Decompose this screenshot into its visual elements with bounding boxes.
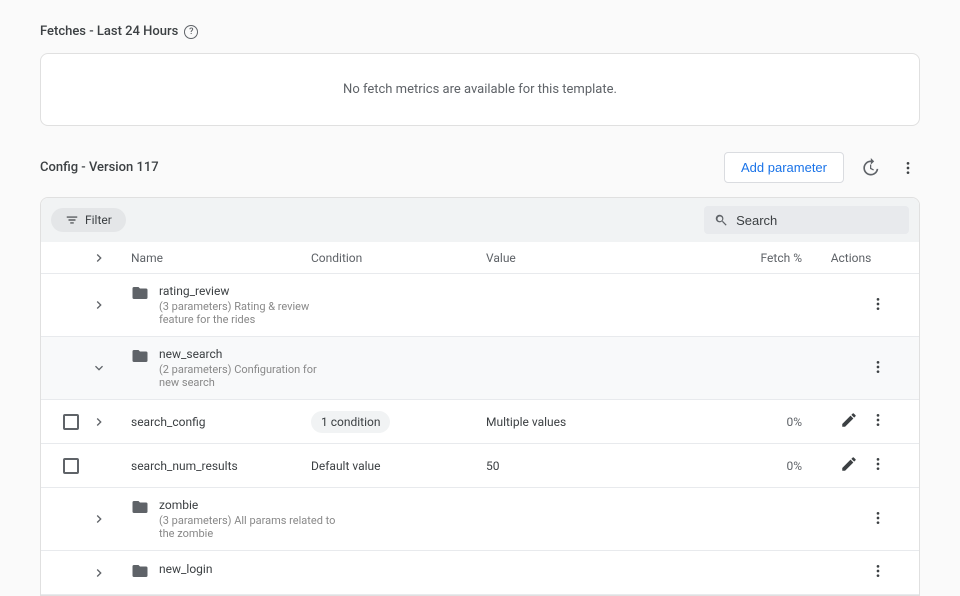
edit-icon[interactable] <box>840 455 858 476</box>
filter-label: Filter <box>85 213 112 227</box>
edit-icon[interactable] <box>840 411 858 432</box>
param-value: Multiple values <box>486 415 726 429</box>
search-icon <box>714 212 728 228</box>
group-name: rating_review <box>159 284 339 298</box>
group-description: (3 parameters) Rating & review feature f… <box>159 300 339 326</box>
group-row[interactable]: zombie (3 parameters) All params related … <box>41 488 919 551</box>
col-value: Value <box>486 251 726 265</box>
history-icon[interactable] <box>858 156 882 180</box>
config-title: Config - Version 117 <box>40 160 159 175</box>
row-more-icon[interactable] <box>870 359 886 378</box>
filter-icon <box>65 213 79 227</box>
search-input[interactable] <box>736 213 899 228</box>
col-actions: Actions <box>816 251 886 265</box>
col-name: Name <box>131 251 311 265</box>
row-more-icon[interactable] <box>870 510 886 529</box>
overflow-menu-icon[interactable] <box>896 156 920 180</box>
param-name: search_config <box>131 415 311 429</box>
group-description: (3 parameters) All params related to the… <box>159 514 339 540</box>
group-row[interactable]: rating_review (3 parameters) Rating & rev… <box>41 274 919 337</box>
expand-all-chevron[interactable] <box>91 250 131 266</box>
chevron-right-icon[interactable] <box>91 565 131 581</box>
col-condition: Condition <box>311 251 486 265</box>
help-icon[interactable]: ? <box>184 25 198 39</box>
condition-chip[interactable]: 1 condition <box>311 411 390 433</box>
param-condition: Default value <box>311 459 486 473</box>
fetches-title: Fetches - Last 24 Hours ? <box>40 24 920 39</box>
row-more-icon[interactable] <box>870 412 886 431</box>
group-row[interactable]: new_search (2 parameters) Configuration f… <box>41 337 919 400</box>
group-name: new_login <box>159 562 212 576</box>
param-row[interactable]: search_num_resultsDefault value 500% <box>41 444 919 488</box>
fetches-title-text: Fetches - Last 24 Hours <box>40 24 178 39</box>
folder-icon <box>131 347 149 368</box>
param-fetch: 0% <box>726 459 816 473</box>
config-table: Filter Name Condition Value Fetch % Acti… <box>40 197 920 596</box>
row-more-icon[interactable] <box>870 456 886 475</box>
folder-icon <box>131 284 149 305</box>
param-row[interactable]: search_config1 condition Multiple values0… <box>41 400 919 444</box>
chevron-right-icon[interactable] <box>91 297 131 313</box>
chevron-down-icon[interactable] <box>91 360 131 376</box>
row-more-icon[interactable] <box>870 296 886 315</box>
chevron-right-icon[interactable] <box>91 511 131 527</box>
param-condition: 1 condition <box>311 411 486 433</box>
row-checkbox[interactable] <box>63 414 79 430</box>
row-more-icon[interactable] <box>870 563 886 582</box>
condition-text: Default value <box>311 459 381 473</box>
group-name: new_search <box>159 347 339 361</box>
param-fetch: 0% <box>726 415 816 429</box>
col-fetch: Fetch % <box>726 251 816 265</box>
folder-icon <box>131 498 149 519</box>
folder-icon <box>131 562 149 583</box>
add-parameter-button[interactable]: Add parameter <box>724 152 844 183</box>
search-box[interactable] <box>704 206 909 234</box>
fetches-empty-card: No fetch metrics are available for this … <box>40 53 920 126</box>
row-checkbox[interactable] <box>63 458 79 474</box>
fetches-empty-text: No fetch metrics are available for this … <box>343 82 617 97</box>
param-value: 50 <box>486 459 726 473</box>
filter-button[interactable]: Filter <box>51 208 126 232</box>
group-row[interactable]: new_login <box>41 551 919 595</box>
group-name: zombie <box>159 498 339 512</box>
table-header: Name Condition Value Fetch % Actions <box>41 242 919 274</box>
param-name: search_num_results <box>131 459 311 473</box>
group-description: (2 parameters) Configuration for new sea… <box>159 363 339 389</box>
chevron-right-icon[interactable] <box>91 414 131 430</box>
